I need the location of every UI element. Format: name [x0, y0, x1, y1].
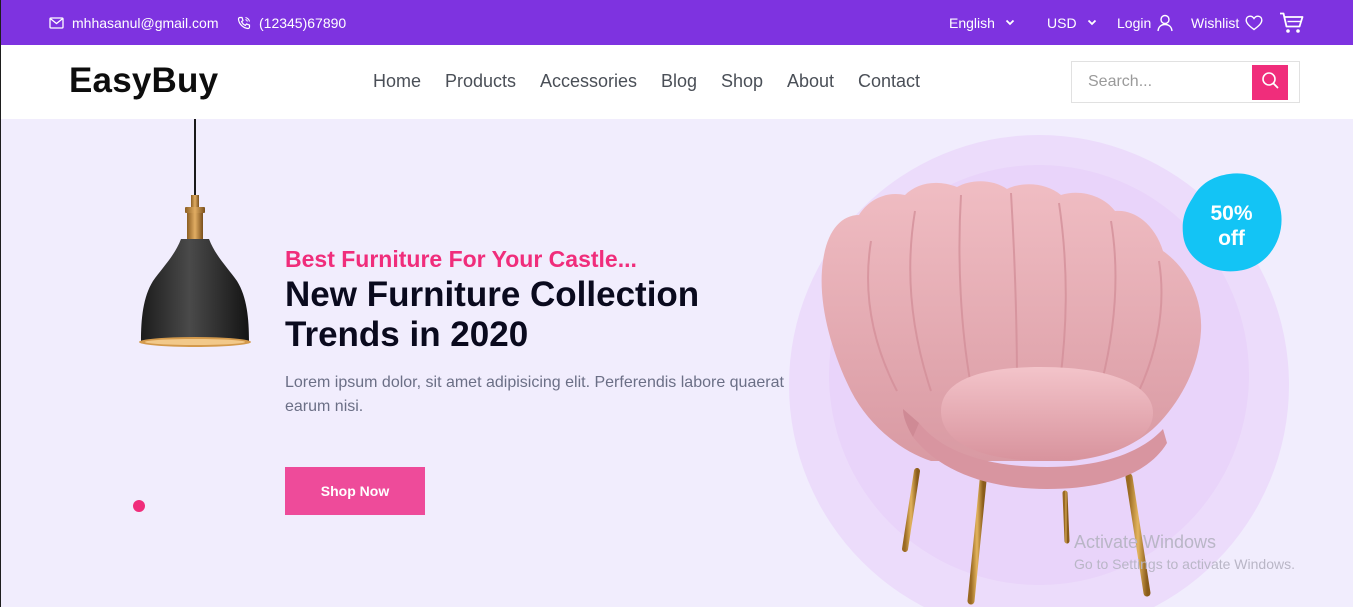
nav-blog[interactable]: Blog: [661, 71, 721, 92]
login-label: Login: [1117, 14, 1152, 31]
heart-icon: [1245, 14, 1263, 31]
currency-select[interactable]: USD: [1047, 0, 1097, 45]
currency-label: USD: [1047, 14, 1077, 31]
search-box: [1071, 61, 1300, 103]
nav-products[interactable]: Products: [445, 71, 540, 92]
search-input[interactable]: [1072, 62, 1252, 102]
watermark-title: Activate Windows: [1074, 532, 1217, 552]
login-link[interactable]: Login: [1117, 0, 1173, 45]
nav-home[interactable]: Home: [373, 71, 445, 92]
hero-title-line-1: New Furniture Collection: [285, 275, 700, 314]
search-icon: [1261, 71, 1279, 94]
mail-icon: [49, 16, 64, 29]
email-contact[interactable]: mhhasanul@gmail.com: [49, 0, 219, 45]
phone-contact[interactable]: (12345)67890: [237, 0, 346, 45]
top-bar: mhhasanul@gmail.com (12345)67890 English…: [1, 0, 1353, 45]
activate-windows-watermark: Activate Windows Go to Settings to activ…: [1074, 531, 1295, 575]
hero-title: New Furniture Collection Trends in 2020: [285, 275, 805, 355]
discount-off: off: [1218, 227, 1245, 250]
nav-about[interactable]: About: [787, 71, 858, 92]
cart-button[interactable]: [1279, 0, 1304, 45]
nav-contact[interactable]: Contact: [858, 71, 928, 92]
wishlist-link[interactable]: Wishlist: [1191, 0, 1263, 45]
phone-text: (12345)67890: [259, 14, 347, 31]
cart-icon: [1279, 12, 1304, 34]
hero-banner: Best Furniture For Your Castle... New Fu…: [1, 119, 1353, 607]
site-logo[interactable]: EasyBuy: [69, 61, 218, 101]
watermark-subtitle: Go to Settings to activate Windows.: [1074, 556, 1295, 572]
hero-subtitle: Best Furniture For Your Castle...: [285, 246, 637, 272]
wishlist-label: Wishlist: [1191, 14, 1240, 31]
header: EasyBuy Home Products Accessories Blog S…: [1, 45, 1353, 119]
slider-dot[interactable]: [133, 500, 145, 512]
chevron-down-icon: [1005, 19, 1015, 26]
pendant-lamp-image: [139, 119, 251, 347]
discount-percent: 50%: [1210, 202, 1253, 225]
email-text: mhhasanul@gmail.com: [72, 14, 219, 31]
hero-description: Lorem ipsum dolor, sit amet adipisicing …: [285, 374, 784, 415]
nav-shop[interactable]: Shop: [721, 71, 787, 92]
page: mhhasanul@gmail.com (12345)67890 English…: [0, 0, 1353, 607]
phone-icon: [237, 16, 251, 30]
chevron-down-icon: [1087, 19, 1097, 26]
search-button[interactable]: [1252, 65, 1288, 100]
main-nav: Home Products Accessories Blog Shop Abou…: [373, 71, 928, 92]
language-select[interactable]: English: [949, 0, 1015, 45]
hero-title-line-2: Trends in 2020: [285, 315, 529, 354]
nav-accessories[interactable]: Accessories: [540, 71, 661, 92]
user-icon: [1157, 14, 1173, 32]
shop-now-button[interactable]: Shop Now: [285, 467, 425, 515]
discount-badge: 50% off: [1181, 201, 1282, 251]
language-label: English: [949, 14, 995, 31]
